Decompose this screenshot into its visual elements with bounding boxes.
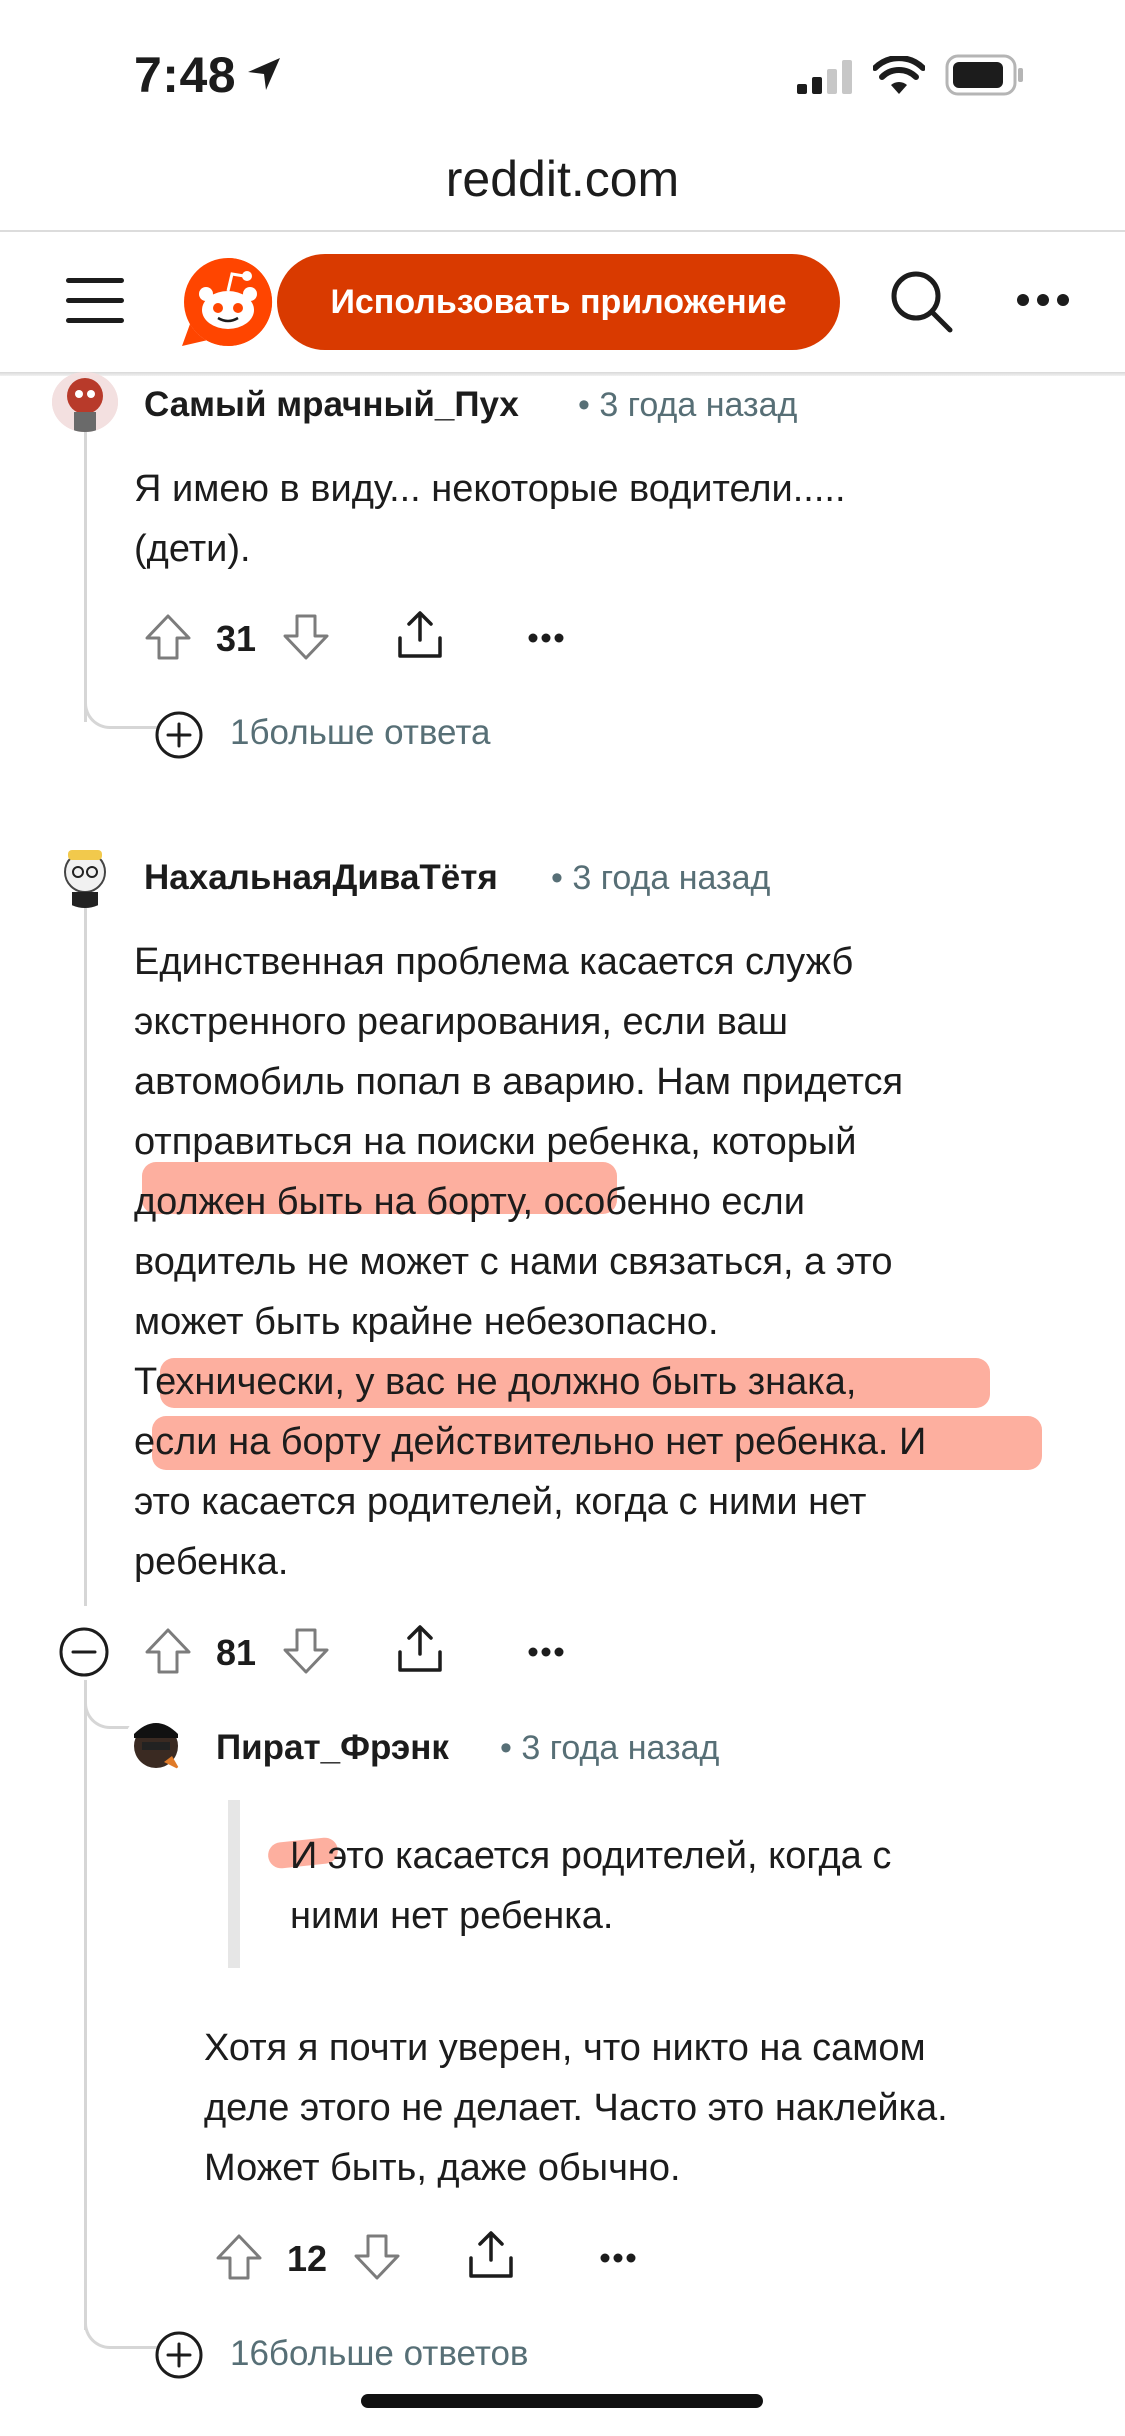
browser-url[interactable]: reddit.com <box>0 150 1125 208</box>
divider <box>0 230 1125 232</box>
comment-line: деле этого не делает. Часто это наклейка… <box>204 2087 948 2129</box>
use-app-button[interactable]: Использовать приложение <box>277 254 840 350</box>
location-arrow-icon <box>248 58 280 90</box>
comment-line: Хотя я почти уверен, что никто на самом <box>204 2027 926 2069</box>
downvote-icon[interactable] <box>281 1626 331 1676</box>
quoted-text: И это касается родителей, когда с ними н… <box>290 1826 891 1946</box>
comment-line: если на борту действительно нет ребенка.… <box>134 1421 927 1463</box>
comment-more-icon[interactable] <box>600 2252 636 2264</box>
vote-count: 81 <box>216 1632 257 1673</box>
comment-line: может быть крайне небезопасно. <box>134 1301 719 1343</box>
comment-line: (дети). <box>134 528 251 570</box>
comment-line: автомобиль попал в аварию. Нам придется <box>134 1061 904 1103</box>
battery-icon <box>945 54 1023 96</box>
thread-line-branch <box>84 700 157 729</box>
comment-time: • 3 года назад <box>551 859 771 897</box>
share-icon[interactable] <box>395 1624 445 1674</box>
more-options-icon[interactable] <box>1016 292 1070 308</box>
thread-line-branch <box>84 2300 157 2349</box>
comment-body: Хотя я почти уверен, что никто на самом … <box>204 2018 948 2198</box>
comment-author[interactable]: Самый мрачный_Пух <box>144 385 519 425</box>
quote-line: И это касается родителей, когда с <box>290 1835 892 1877</box>
share-icon[interactable] <box>466 2230 516 2280</box>
comment-time: • 3 года назад <box>500 1729 720 1767</box>
more-replies-link[interactable]: 1больше ответа <box>230 713 490 753</box>
comment-author[interactable]: НахальнаяДиваТётя <box>144 858 498 898</box>
comment-line: Я имею в виду... некоторые водители..... <box>134 468 846 510</box>
comment-line: Может быть, даже обычно. <box>204 2147 681 2189</box>
upvote-icon[interactable] <box>214 2232 264 2282</box>
vote-count: 31 <box>216 618 257 659</box>
reddit-logo-icon[interactable] <box>180 254 276 350</box>
hamburger-menu-icon[interactable] <box>66 274 126 328</box>
thread-line <box>84 430 87 722</box>
upvote-icon[interactable] <box>143 1626 193 1676</box>
upvote-icon[interactable] <box>143 612 193 662</box>
avatar[interactable] <box>52 372 118 432</box>
comment-time-text: 3 года назад <box>521 1729 720 1767</box>
avatar-image-icon <box>124 1712 188 1776</box>
comment-more-icon[interactable] <box>528 632 564 644</box>
more-replies-link[interactable]: 16больше ответов <box>230 2334 529 2374</box>
comment-line: Единственная проблема касается служб <box>134 941 854 983</box>
collapse-thread-icon[interactable] <box>58 1626 110 1678</box>
avatar-image-icon <box>52 838 118 908</box>
comment-line: экстренного реагирования, если ваш <box>134 1001 788 1043</box>
expand-replies-icon[interactable] <box>154 2330 204 2380</box>
avatar[interactable] <box>52 838 118 908</box>
comment-time-text: 3 года назад <box>572 859 771 897</box>
downvote-icon[interactable] <box>352 2232 402 2282</box>
thread-line <box>84 906 87 1606</box>
cellular-signal-icon <box>797 60 852 94</box>
wifi-icon <box>873 56 925 94</box>
comment-line: отправиться на поиски ребенка, который <box>134 1121 857 1163</box>
comment-line: Технически, у вас не должно быть знака, <box>134 1361 857 1403</box>
comment-line: это касается родителей, когда с ними нет <box>134 1481 867 1523</box>
expand-replies-icon[interactable] <box>154 710 204 760</box>
avatar[interactable] <box>124 1712 188 1776</box>
comment-author[interactable]: Пират_Фрэнк <box>216 1728 449 1768</box>
share-icon[interactable] <box>395 610 445 660</box>
search-icon[interactable] <box>888 268 954 334</box>
comment-more-icon[interactable] <box>528 1646 564 1658</box>
comment-line: ребенка. <box>134 1541 289 1583</box>
vote-count: 12 <box>287 2238 328 2279</box>
avatar-image-icon <box>52 372 118 432</box>
comment-body: Я имею в виду... некоторые водители.....… <box>134 459 846 579</box>
quote-line: ними нет ребенка. <box>290 1895 614 1937</box>
downvote-icon[interactable] <box>281 612 331 662</box>
comment-line: должен быть на борту, особенно если <box>134 1181 805 1223</box>
thread-line-branch <box>84 1680 131 1729</box>
header-divider <box>0 372 1125 376</box>
comment-line: водитель не может с нами связаться, а эт… <box>134 1241 893 1283</box>
thread-line <box>84 1680 87 2330</box>
home-indicator[interactable] <box>361 2394 763 2408</box>
comment-time: • 3 года назад <box>578 386 798 424</box>
status-time: 7:48 <box>134 47 237 103</box>
quote-bar <box>228 1800 240 1968</box>
comment-body: Единственная проблема касается служб экс… <box>134 932 926 1592</box>
comment-time-text: 3 года назад <box>599 386 798 424</box>
